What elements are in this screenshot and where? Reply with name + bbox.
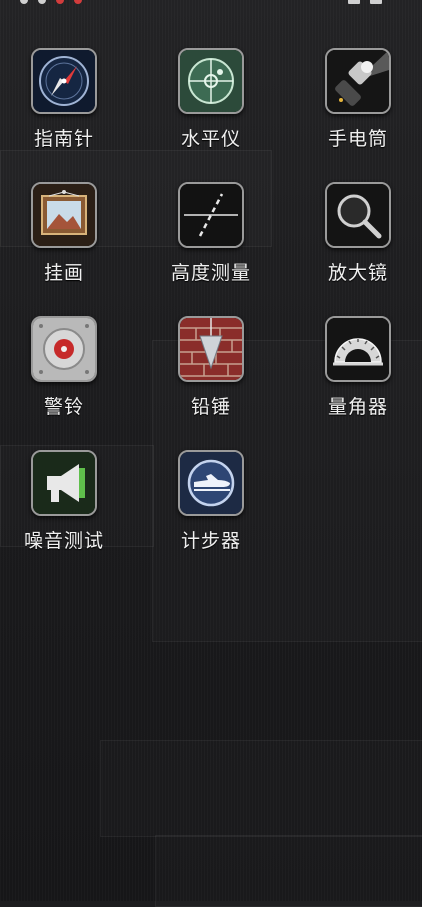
- battery-icon: [370, 0, 382, 4]
- app-label: 铅锤: [190, 396, 231, 418]
- status-bar: [0, 0, 422, 8]
- app-plumb-bob[interactable]: 铅锤: [151, 316, 271, 419]
- height-measure-icon: [178, 182, 244, 248]
- app-label: 噪音测试: [23, 530, 104, 552]
- wallpaper-panel: [100, 740, 422, 837]
- app-flashlight[interactable]: 手电筒: [298, 48, 418, 151]
- app-magnifier[interactable]: 放大镜: [298, 182, 418, 285]
- app-label: 计步器: [180, 530, 241, 552]
- app-height-measure[interactable]: 高度测量: [151, 182, 271, 285]
- app-label: 放大镜: [327, 262, 388, 284]
- signal-icon: [348, 0, 360, 4]
- compass-icon: [31, 48, 97, 114]
- app-picture-frame[interactable]: 挂画: [4, 182, 124, 285]
- plumb-bob-icon: [178, 316, 244, 382]
- app-noise-test[interactable]: 噪音测试: [4, 450, 124, 553]
- magnifier-icon: [325, 182, 391, 248]
- status-icon: [38, 0, 46, 4]
- app-label: 指南针: [33, 128, 94, 150]
- picture-frame-icon: [31, 182, 97, 248]
- app-label: 挂画: [43, 262, 84, 284]
- app-alarm-bell[interactable]: 警铃: [4, 316, 124, 419]
- pedometer-icon: [178, 450, 244, 516]
- protractor-icon: [325, 316, 391, 382]
- app-label: 水平仪: [180, 128, 241, 150]
- app-label: 手电筒: [327, 128, 388, 150]
- app-protractor[interactable]: 量角器: [298, 316, 418, 419]
- flashlight-icon: [325, 48, 391, 114]
- app-label: 量角器: [327, 396, 388, 418]
- megaphone-icon: [31, 450, 97, 516]
- alarm-bell-icon: [31, 316, 97, 382]
- status-icon: [56, 0, 64, 4]
- app-compass[interactable]: 指南针: [4, 48, 124, 151]
- app-level[interactable]: 水平仪: [151, 48, 271, 151]
- app-label: 警铃: [43, 396, 84, 418]
- status-icon: [74, 0, 82, 4]
- status-icon: [20, 0, 28, 4]
- app-label: 高度测量: [170, 262, 251, 284]
- level-icon: [178, 48, 244, 114]
- app-pedometer[interactable]: 计步器: [151, 450, 271, 553]
- wallpaper-panel: [155, 835, 422, 907]
